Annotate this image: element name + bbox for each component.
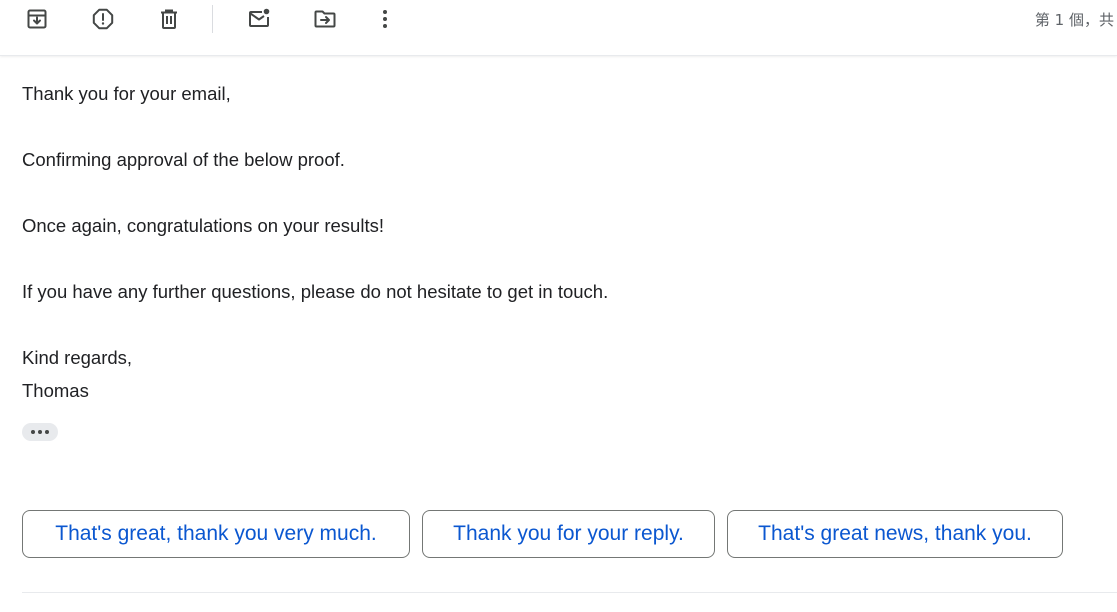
pagination-text: 第 1 個，共 [1034, 11, 1114, 29]
archive-button[interactable] [20, 2, 54, 36]
delete-button[interactable] [152, 2, 186, 36]
mark-unread-icon [249, 8, 270, 27]
archive-icon [27, 9, 47, 29]
mark-unread-button[interactable] [242, 2, 276, 36]
move-to-button[interactable] [308, 2, 342, 36]
body-line: If you have any further questions, pleas… [22, 281, 609, 302]
signature-line: Thomas [22, 380, 89, 401]
report-spam-button[interactable] [86, 2, 120, 36]
message-toolbar: 第 1 個，共 [0, 0, 1117, 56]
more-options-button[interactable] [368, 2, 402, 36]
toolbar-divider [212, 5, 213, 33]
smart-reply-chip[interactable]: That's great news, thank you. [727, 510, 1063, 558]
report-spam-icon [92, 8, 114, 30]
more-vert-icon [383, 10, 387, 28]
show-trimmed-content-button[interactable] [22, 423, 58, 441]
smart-reply-chip[interactable]: Thank you for your reply. [422, 510, 715, 558]
smart-reply-chip[interactable]: That's great, thank you very much. [22, 510, 410, 558]
greeting-line: Thank you for your email, [22, 83, 231, 104]
body-line: Confirming approval of the below proof. [22, 149, 345, 170]
divider [22, 592, 1117, 593]
ellipsis-icon [31, 430, 35, 434]
closing-line: Kind regards, [22, 347, 133, 368]
body-line: Once again, congratulations on your resu… [22, 215, 384, 236]
move-to-icon [314, 10, 336, 28]
delete-icon [161, 9, 177, 29]
email-body: Thank you for your email, Confirming app… [22, 77, 608, 407]
